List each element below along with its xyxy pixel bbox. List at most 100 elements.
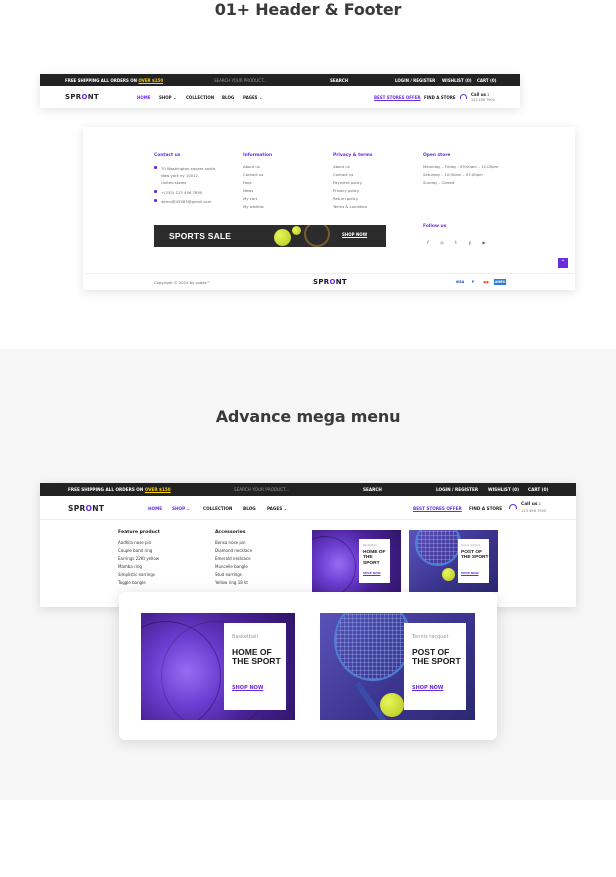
nav-home[interactable]: HOME	[148, 506, 162, 511]
login-link[interactable]: LOGIN / REGISTER	[436, 487, 478, 492]
instagram-icon[interactable]: ◎	[439, 240, 445, 246]
find-store-link[interactable]: FIND A STORE	[469, 506, 502, 511]
nav-shop[interactable]: SHOP ⌄	[172, 506, 190, 511]
menu-item[interactable]: Couple band ring	[118, 548, 152, 553]
twitter-icon[interactable]: t	[453, 240, 459, 246]
menu-item[interactable]: Toggle bangle	[118, 580, 146, 585]
menu-item[interactable]: Diamond necklace	[215, 548, 252, 553]
promo-subtitle: Tennis racquet	[412, 634, 449, 640]
promo-zoom-preview: Basketball HOME OF THE SPORT SHOP NOW Ten…	[119, 592, 497, 740]
footer-link[interactable]: Privacy policy	[333, 188, 359, 193]
banner-shop-button[interactable]: SHOP NOW	[342, 232, 367, 237]
contact-address-line: United states	[161, 180, 187, 185]
youtube-icon[interactable]: ▶	[481, 240, 487, 246]
best-stores-link[interactable]: BEST STORES OFFER	[374, 95, 421, 100]
wishlist-link[interactable]: WISHLIST (0)	[488, 487, 519, 492]
feature-product-heading: Feature product	[118, 530, 160, 535]
promo-shop-button[interactable]: SHOP NOW	[412, 685, 443, 691]
wishlist-link[interactable]: WISHLIST (0)	[442, 78, 472, 83]
promo-shop-button[interactable]: SHOP NOW	[232, 685, 263, 691]
call-number[interactable]: 123 456 7900	[521, 509, 546, 513]
promo-shop-button[interactable]: SHOP NOW	[363, 571, 381, 575]
logo[interactable]: SPRONT	[68, 504, 104, 513]
pinterest-icon[interactable]: p	[467, 240, 473, 246]
promo-tennis-large[interactable]: Tennis racquet POST OF THE SPORT SHOP NOW	[320, 613, 475, 720]
page-bottom-spacer	[0, 800, 616, 877]
nav-pages[interactable]: PAGES ⌄	[243, 95, 262, 100]
footer-link[interactable]: Payment policy	[333, 180, 362, 185]
promo-basketball-large[interactable]: Basketball HOME OF THE SPORT SHOP NOW	[141, 613, 295, 720]
nav-shop[interactable]: SHOP ⌄	[159, 95, 176, 100]
menu-item[interactable]: Simplistic earrings	[118, 572, 155, 577]
headset-icon	[509, 504, 517, 509]
menu-item[interactable]: Mamba ring	[118, 564, 142, 569]
copyright-text: Copyright © 2024 by sodex™	[154, 280, 211, 285]
call-label: Call us :	[521, 502, 541, 507]
footer-link[interactable]: About us	[333, 164, 350, 169]
nav-home[interactable]: HOME	[137, 95, 150, 100]
contact-address-line: 70 Washington square south,	[161, 166, 217, 171]
contact-phone[interactable]: +(252) 123 456 7890	[161, 190, 202, 195]
promo-tennis-small[interactable]: Tennis racquet POST OF THE SPORT SHOP NOW	[409, 530, 498, 592]
footer-information-heading: Information	[243, 153, 273, 158]
footer-privacy-heading: Privacy & terms	[333, 153, 373, 158]
cart-link[interactable]: CART (0)	[528, 487, 548, 492]
header-preview: FREE SHIPPING ALL ORDERS ON OVER $150 SE…	[40, 74, 520, 108]
shipping-link[interactable]: OVER $150	[145, 487, 171, 492]
paypal-icon: P	[471, 280, 475, 284]
topbar: FREE SHIPPING ALL ORDERS ON OVER $150 SE…	[40, 483, 576, 496]
menu-item[interactable]: Muncelle bangle	[215, 564, 248, 569]
scroll-top-button[interactable]: ⌃	[558, 258, 568, 268]
menu-item[interactable]: Emerald necklace	[215, 556, 251, 561]
footer-link[interactable]: Contact us	[243, 172, 263, 177]
shipping-notice: FREE SHIPPING ALL ORDERS ON OVER $150	[65, 78, 164, 83]
footer-link[interactable]: My wishlist	[243, 204, 264, 209]
menu-item[interactable]: Yellow ring 18 kt	[215, 580, 248, 585]
call-number[interactable]: 123 456 7900	[471, 98, 495, 102]
promo-subtitle: Basketball	[232, 634, 258, 640]
footer-link[interactable]: My cart	[243, 196, 257, 201]
contact-email[interactable]: demo@45583@gmail.com	[161, 199, 211, 204]
nav-blog[interactable]: BLOG	[243, 506, 256, 511]
sports-sale-banner[interactable]: SPORTS SALE SHOP NOW	[154, 225, 386, 247]
search-button[interactable]: SEARCH	[363, 487, 382, 492]
promo-card: Basketball HOME OF THE SPORT SHOP NOW	[359, 539, 390, 583]
footer-logo[interactable]: SPRONT	[313, 278, 347, 286]
store-hours: Sunday – Closed	[423, 180, 455, 185]
nav-collection[interactable]: COLLECTION	[203, 506, 232, 511]
footer-link[interactable]: News	[243, 188, 253, 193]
search-button[interactable]: SEARCH	[330, 78, 348, 83]
search-input[interactable]: SEARCH YOUR PRODUCT...	[234, 487, 289, 492]
menu-item[interactable]: Stud earrings	[215, 572, 242, 577]
navbar: SPRONT HOME SHOP ⌄ COLLECTION BLOG PAGES…	[40, 86, 520, 108]
find-store-link[interactable]: FIND A STORE	[424, 95, 456, 100]
footer-link[interactable]: Return policy	[333, 196, 358, 201]
facebook-icon[interactable]: f	[425, 240, 431, 246]
footer-link[interactable]: About us	[243, 164, 260, 169]
login-link[interactable]: LOGIN / REGISTER	[395, 78, 435, 83]
footer-contact-heading: Contact us	[154, 153, 181, 158]
search-input[interactable]: SEARCH YOUR PRODUCT...	[214, 78, 267, 83]
nav-collection[interactable]: COLLECTION	[186, 95, 214, 100]
menu-item[interactable]: Earrings 22Kt yellow	[118, 556, 159, 561]
store-hours: Saturday – 10:00am – 07:00pm	[423, 172, 483, 177]
phone-icon	[154, 190, 157, 193]
promo-basketball-small[interactable]: Basketball HOME OF THE SPORT SHOP NOW	[312, 530, 401, 592]
mastercard-icon: ●●	[483, 280, 489, 284]
nav-pages[interactable]: PAGES ⌄	[267, 506, 287, 511]
menu-item[interactable]: Bonsa nose pin	[215, 540, 246, 545]
footer-link[interactable]: Faqs	[243, 180, 252, 185]
call-label: Call us :	[471, 92, 489, 97]
nav-blog[interactable]: BLOG	[222, 95, 234, 100]
promo-shop-button[interactable]: SHOP NOW	[461, 571, 479, 575]
footer-link[interactable]: Contact us	[333, 172, 353, 177]
menu-item[interactable]: Aadhila nose pin	[118, 540, 151, 545]
footer-link[interactable]: Terms & condition	[333, 204, 367, 209]
contact-address-line: New york ny 10012,	[161, 173, 200, 178]
best-stores-link[interactable]: BEST STORES OFFER	[413, 506, 462, 511]
promo-card: Tennis racquet POST OF THE SPORT SHOP NOW	[404, 623, 466, 710]
logo[interactable]: SPRONT	[65, 93, 99, 101]
shipping-link[interactable]: OVER $150	[138, 78, 163, 83]
basketball-icon	[312, 536, 356, 592]
cart-link[interactable]: CART (0)	[477, 78, 497, 83]
